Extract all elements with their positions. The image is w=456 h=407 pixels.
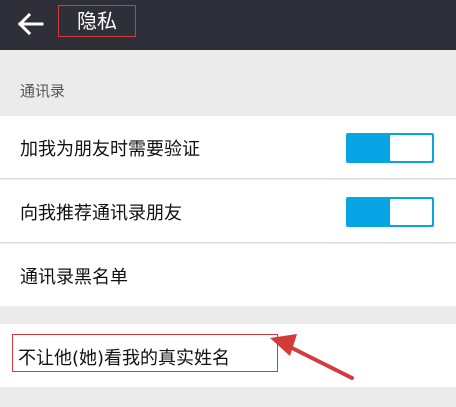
setting-label: 通讯录黑名单: [20, 267, 128, 288]
divider: [0, 178, 456, 179]
section-header-contacts: 通讯录: [0, 50, 456, 116]
setting-row-verify-friend[interactable]: 加我为朋友时需要验证: [0, 116, 456, 179]
divider: [0, 242, 456, 243]
setting-row-hide-real-name[interactable]: 不让他(她)看我的真实姓名: [0, 324, 456, 387]
setting-row-recommend-contacts[interactable]: 向我推荐通讯录朋友: [0, 180, 456, 243]
setting-label: 加我为朋友时需要验证: [20, 139, 200, 160]
setting-row-blacklist[interactable]: 通讯录黑名单: [0, 244, 456, 307]
recommend-contacts-toggle[interactable]: [346, 197, 434, 227]
toggle-knob: [390, 199, 432, 225]
setting-label: 不让他(她)看我的真实姓名: [18, 348, 231, 369]
arrow-left-icon[interactable]: [16, 10, 46, 38]
bottom-strip: [0, 387, 456, 407]
page-title: 隐私: [58, 5, 136, 37]
top-bar: 隐私: [0, 0, 456, 50]
section-label: 通讯录: [20, 82, 66, 100]
setting-label: 向我推荐通讯录朋友: [20, 203, 182, 224]
verify-friend-toggle[interactable]: [346, 133, 434, 163]
toggle-knob: [390, 135, 432, 161]
section-gap: [0, 306, 456, 324]
